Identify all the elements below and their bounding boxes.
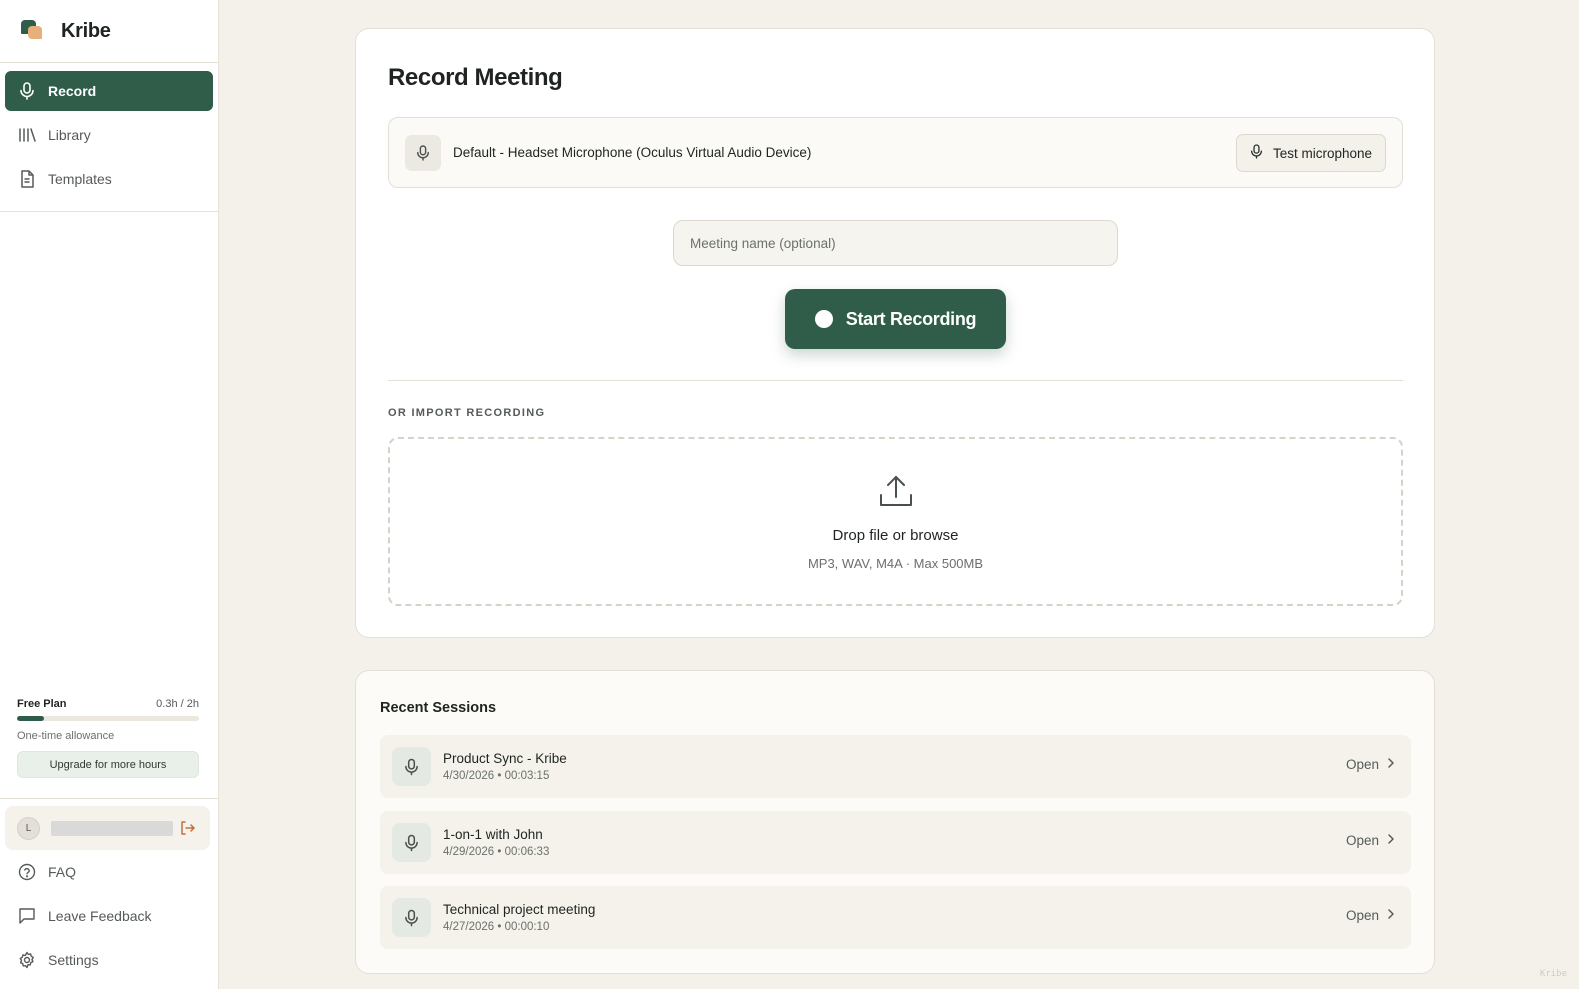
sidebar-item-templates[interactable]: Templates — [5, 159, 213, 199]
page-title: Record Meeting — [388, 64, 563, 91]
session-name: 1-on-1 with John — [443, 827, 543, 842]
avatar: L — [17, 816, 40, 840]
open-label: Open — [1345, 908, 1379, 923]
open-session-button[interactable]: Open — [1346, 757, 1395, 772]
kribe-logo-icon — [20, 19, 44, 43]
list-item[interactable]: Product Sync - Kribe 4/30/2026 • 00:03:1… — [380, 735, 1411, 798]
plan-title: Free Plan — [17, 698, 67, 710]
recent-sessions-title: Recent Sessions — [380, 700, 497, 716]
plan-progress-bar — [17, 716, 199, 721]
mic-icon — [392, 747, 431, 786]
sidebar-item-label: Settings — [48, 952, 99, 968]
sidebar-item-label: Record — [48, 83, 97, 99]
help-circle-icon — [18, 863, 36, 881]
gear-icon — [18, 951, 36, 969]
session-name: Product Sync - Kribe — [443, 751, 567, 766]
microphone-label: Default - Headset Microphone (Oculus Vir… — [453, 145, 812, 160]
upload-icon — [878, 473, 914, 509]
brand[interactable]: Kribe — [0, 0, 218, 63]
user-name-redacted — [51, 820, 173, 836]
bottom-nav: FAQ Leave Feedback Settings — [5, 852, 214, 984]
sidebar-item-faq[interactable]: FAQ — [5, 852, 214, 892]
plan-note: One-time allowance — [17, 730, 115, 742]
document-icon — [18, 170, 36, 188]
drop-formats: MP3, WAV, M4A · Max 500MB — [807, 556, 984, 571]
sidebar-item-label: Templates — [48, 171, 112, 187]
record-meeting-card: Record Meeting Default - Headset Microph… — [355, 28, 1435, 638]
mic-icon — [405, 134, 441, 171]
drop-title: Drop file or browse — [832, 527, 959, 544]
session-meta: 4/27/2026 • 00:00:10 — [443, 921, 550, 933]
recent-sessions-card: Recent Sessions Product Sync - Kribe 4/3… — [355, 670, 1435, 974]
record-dot-icon — [814, 310, 833, 328]
logout-icon[interactable] — [179, 820, 195, 836]
upgrade-button[interactable]: Upgrade for more hours — [17, 751, 199, 778]
library-icon — [18, 126, 36, 144]
test-microphone-button[interactable]: Test microphone — [1236, 134, 1386, 172]
open-label: Open — [1345, 757, 1379, 772]
section-divider — [388, 380, 1403, 381]
mic-icon — [18, 82, 36, 100]
session-name: Technical project meeting — [443, 902, 596, 917]
file-dropzone[interactable]: Drop file or browse MP3, WAV, M4A · Max … — [388, 437, 1403, 606]
user-card[interactable]: L — [5, 806, 210, 850]
sidebar-item-label: Leave Feedback — [48, 908, 152, 924]
start-recording-button[interactable]: Start Recording — [785, 289, 1006, 349]
sidebar-item-feedback[interactable]: Leave Feedback — [5, 896, 214, 936]
plan-widget: Free Plan 0.3h / 2h One-time allowance U… — [17, 698, 199, 778]
brand-name: Kribe — [61, 19, 111, 42]
sidebar-item-record[interactable]: Record — [5, 71, 213, 111]
start-recording-label: Start Recording — [845, 308, 977, 329]
open-label: Open — [1345, 833, 1379, 848]
plan-usage: 0.3h / 2h — [156, 698, 199, 710]
sidebar: Kribe Record Library Templates Free Plan… — [0, 0, 219, 989]
chevron-right-icon — [1387, 908, 1395, 923]
mic-icon — [1250, 144, 1263, 162]
session-meta: 4/30/2026 • 00:03:15 — [443, 770, 550, 782]
sidebar-item-settings[interactable]: Settings — [5, 940, 214, 980]
sidebar-item-label: Library — [48, 127, 91, 143]
list-item[interactable]: Technical project meeting 4/27/2026 • 00… — [380, 886, 1411, 949]
import-label: OR IMPORT RECORDING — [388, 407, 546, 419]
list-item[interactable]: 1-on-1 with John 4/29/2026 • 00:06:33 Op… — [380, 811, 1411, 874]
chevron-right-icon — [1387, 833, 1395, 848]
chevron-right-icon — [1387, 757, 1395, 772]
sidebar-divider — [0, 798, 218, 799]
sidebar-item-library[interactable]: Library — [5, 115, 213, 155]
watermark: Kribe — [1539, 969, 1567, 979]
open-session-button[interactable]: Open — [1346, 833, 1395, 848]
mic-icon — [392, 823, 431, 862]
main-nav: Record Library Templates — [0, 63, 218, 212]
message-square-icon — [18, 907, 36, 925]
microphone-selector[interactable]: Default - Headset Microphone (Oculus Vir… — [388, 117, 1403, 188]
meeting-name-input[interactable] — [673, 220, 1118, 266]
session-meta: 4/29/2026 • 00:06:33 — [443, 846, 550, 858]
open-session-button[interactable]: Open — [1346, 908, 1395, 923]
mic-icon — [392, 898, 431, 937]
plan-progress-fill — [17, 716, 45, 721]
test-microphone-label: Test microphone — [1272, 145, 1373, 161]
sidebar-item-label: FAQ — [48, 864, 77, 880]
